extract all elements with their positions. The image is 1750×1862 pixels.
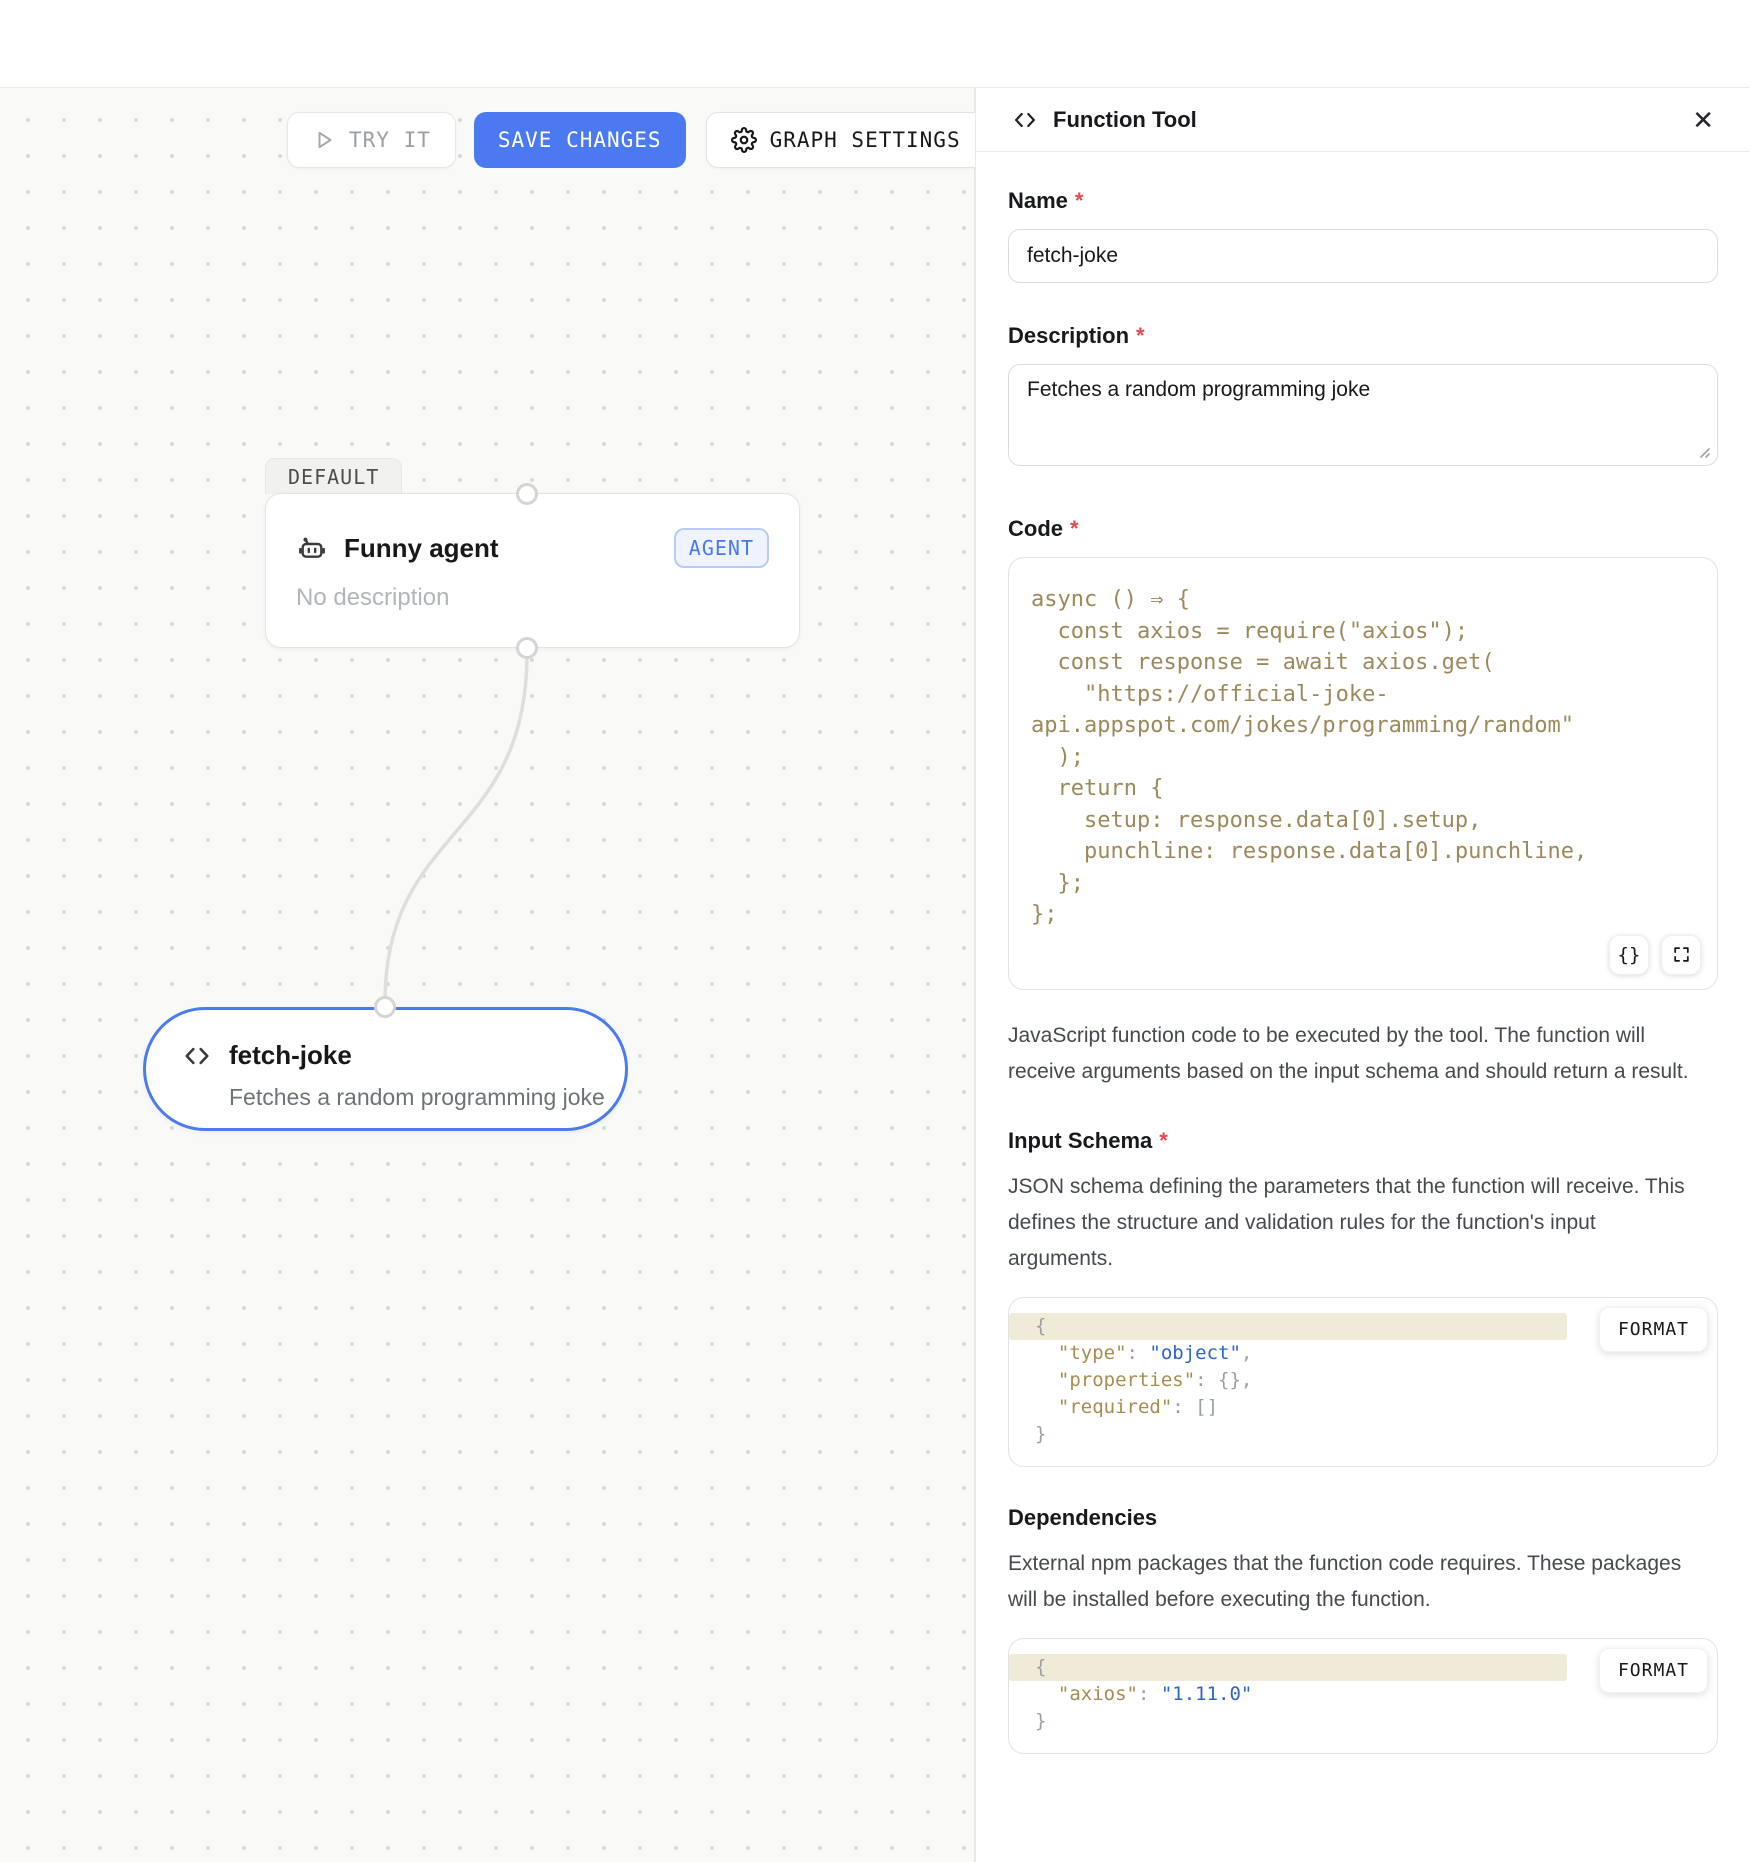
format-button[interactable]: FORMAT: [1599, 1648, 1708, 1693]
close-panel-button[interactable]: ✕: [1692, 107, 1714, 133]
agent-type-badge: AGENT: [674, 528, 769, 568]
code-icon: [182, 1041, 212, 1071]
input-schema-label: Input Schema *: [1008, 1128, 1718, 1154]
required-asterisk: *: [1136, 323, 1145, 349]
code-editor[interactable]: async () ⇒ { const axios = require("axio…: [1008, 557, 1718, 990]
expand-fullscreen-button[interactable]: [1661, 935, 1701, 975]
panel-title: Function Tool: [1053, 107, 1197, 133]
tool-node-fetch-joke[interactable]: fetch-joke Fetches a random programming …: [143, 1007, 628, 1131]
app-window: TRY IT SAVE CHANGES GRAPH SETTINGS DEFAU…: [0, 0, 1750, 1862]
graph-settings-label: GRAPH SETTINGS: [770, 128, 961, 152]
agent-node-description: No description: [296, 584, 769, 612]
play-icon: [312, 128, 336, 152]
save-changes-button[interactable]: SAVE CHANGES: [474, 112, 686, 168]
format-braces-button[interactable]: {}: [1609, 935, 1649, 975]
input-schema-help-text: JSON schema defining the parameters that…: [1008, 1169, 1690, 1277]
code-icon: [1012, 107, 1038, 133]
agent-node-title: Funny agent: [344, 533, 499, 564]
name-input[interactable]: [1008, 229, 1718, 283]
edge-agent-to-tool: [0, 88, 975, 1862]
tool-node-description: Fetches a random programming joke: [229, 1084, 605, 1111]
expand-icon: [1672, 945, 1691, 964]
tool-node-title: fetch-joke: [229, 1040, 352, 1071]
agent-node-bottom-handle[interactable]: [516, 637, 538, 659]
dependencies-help-text: External npm packages that the function …: [1008, 1546, 1690, 1618]
required-asterisk: *: [1070, 516, 1079, 542]
canvas-toolbar: TRY IT SAVE CHANGES GRAPH SETTINGS: [287, 112, 986, 168]
agent-node-top-handle[interactable]: [516, 483, 538, 505]
function-tool-panel: Function Tool ✕ Name * Description * Fet…: [975, 88, 1750, 1862]
format-button[interactable]: FORMAT: [1599, 1307, 1708, 1352]
graph-settings-button[interactable]: GRAPH SETTINGS: [706, 112, 986, 168]
gear-icon: [731, 127, 757, 153]
description-textarea[interactable]: Fetches a random programming joke: [1008, 364, 1718, 466]
required-asterisk: *: [1159, 1128, 1168, 1154]
try-it-label: TRY IT: [349, 128, 431, 152]
try-it-button[interactable]: TRY IT: [287, 112, 456, 168]
panel-header: Function Tool ✕: [976, 88, 1750, 152]
tool-node-top-handle[interactable]: [374, 996, 396, 1018]
input-schema-editor[interactable]: FORMAT { "type": "object", "properties":…: [1008, 1297, 1718, 1467]
robot-icon: [296, 532, 328, 564]
code-editor-content: async () ⇒ { const axios = require("axio…: [1031, 584, 1695, 931]
dependencies-editor[interactable]: FORMAT { "axios": "1.11.0"}: [1008, 1638, 1718, 1754]
required-asterisk: *: [1075, 188, 1084, 214]
top-bar: [0, 0, 1750, 88]
code-field-label: Code *: [1008, 516, 1718, 542]
description-field-label: Description *: [1008, 323, 1718, 349]
node-group-tab-default: DEFAULT: [265, 458, 402, 494]
save-changes-label: SAVE CHANGES: [498, 128, 662, 152]
dependencies-label: Dependencies: [1008, 1505, 1718, 1531]
resize-handle-icon[interactable]: [1696, 444, 1711, 459]
name-field-label: Name *: [1008, 188, 1718, 214]
panel-body: Name * Description * Fetches a random pr…: [976, 152, 1750, 1814]
agent-node-funny-agent[interactable]: Funny agent AGENT No description: [265, 493, 800, 648]
group-tab-label: DEFAULT: [288, 465, 379, 489]
code-help-text: JavaScript function code to be executed …: [1008, 1018, 1690, 1090]
graph-canvas[interactable]: TRY IT SAVE CHANGES GRAPH SETTINGS DEFAU…: [0, 88, 975, 1862]
